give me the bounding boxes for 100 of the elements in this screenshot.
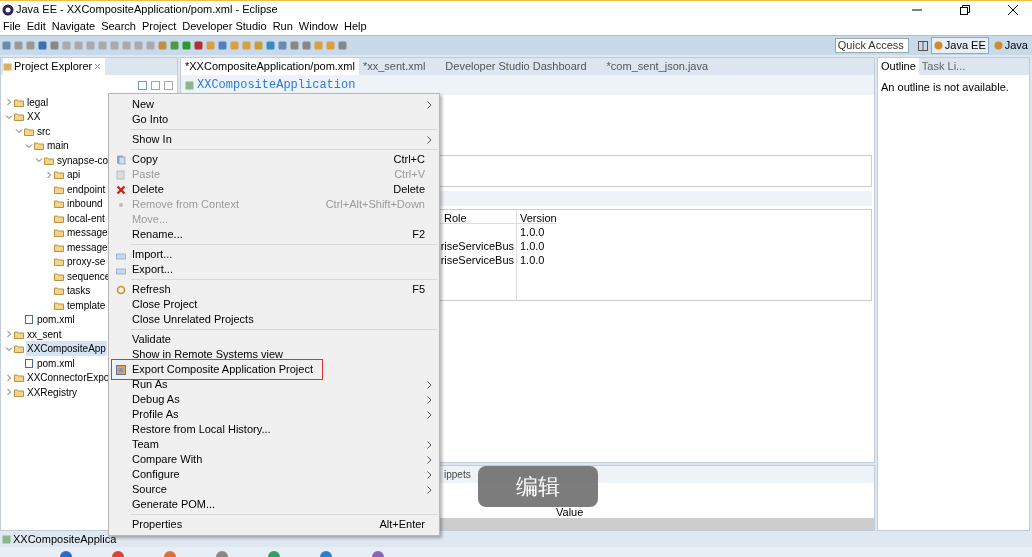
collapsed-chevron-icon[interactable] <box>5 373 13 382</box>
menu-item[interactable]: Export... <box>109 262 439 277</box>
collapse-all-icon <box>138 80 147 90</box>
editor-tab[interactable]: *com_sent_json.java <box>602 58 713 75</box>
menu-item[interactable]: Export Composite Application Project <box>109 362 439 377</box>
tree-item[interactable]: xx_sent <box>26 326 63 342</box>
tree-item[interactable]: api <box>66 167 82 183</box>
menu-item[interactable]: Run As <box>109 377 439 392</box>
menu-item[interactable]: Show in Remote Systems view <box>109 347 439 362</box>
tree-item[interactable]: XXConnectorExpo <box>26 370 111 386</box>
menu-item[interactable]: File <box>0 18 24 35</box>
menu-item[interactable]: Import... <box>109 247 439 262</box>
tree-item[interactable]: message <box>66 239 109 255</box>
menu-item[interactable]: Navigate <box>48 18 99 35</box>
editor-tab[interactable]: *XXCompositeApplication/pom.xml <box>181 58 359 75</box>
refresh-icon <box>115 284 126 295</box>
menu-item[interactable]: Configure <box>109 467 439 482</box>
menu-item[interactable]: Copy Ctrl+C <box>109 152 439 167</box>
menu-item[interactable]: Refresh F5 <box>109 282 439 297</box>
menu-item[interactable]: Help <box>340 18 370 35</box>
close-icon <box>94 63 102 70</box>
file-icon <box>24 358 34 368</box>
menu-item[interactable]: Generate POM... <box>109 497 439 512</box>
menu-item[interactable]: New <box>109 97 439 112</box>
outline-message: An outline is not available. <box>880 80 1010 95</box>
open-perspective-icon <box>917 40 928 51</box>
taskbar-icon <box>372 549 384 557</box>
menu-item[interactable]: Validate <box>109 332 439 347</box>
menu-item[interactable]: Compare With <box>109 452 439 467</box>
tree-item[interactable]: local-ent <box>66 210 106 226</box>
tree-item[interactable]: message <box>66 225 109 241</box>
expanded-chevron-icon[interactable] <box>5 344 13 353</box>
quick-access-field[interactable]: Quick Access <box>834 38 909 53</box>
tree-item[interactable]: XXCompositeApp <box>26 341 107 357</box>
taskbar-icon <box>268 549 280 557</box>
tree-item[interactable]: XXRegistry <box>26 384 78 400</box>
menu-item[interactable]: Restore from Local History... <box>109 422 439 437</box>
close-icon <box>1008 4 1018 15</box>
menu-item[interactable]: Developer Studio <box>179 18 270 35</box>
expanded-chevron-icon[interactable] <box>25 141 33 150</box>
view-tab[interactable]: ippets <box>444 467 471 482</box>
perspective-icon <box>993 41 1003 50</box>
expanded-chevron-icon[interactable] <box>5 112 13 121</box>
view-tab[interactable]: Task Li... <box>918 58 969 75</box>
tree-item[interactable]: pom.xml <box>36 355 76 371</box>
column-header: Version <box>517 210 556 224</box>
menu-item[interactable]: Close Project <box>109 297 439 312</box>
taskbar-icon <box>164 549 176 557</box>
column-header: Value <box>556 504 584 520</box>
expanded-chevron-icon[interactable] <box>15 127 23 136</box>
collapsed-chevron-icon[interactable] <box>5 388 13 397</box>
menu-item[interactable]: Properties Alt+Enter <box>109 517 439 532</box>
tree-item[interactable]: inbound <box>66 196 104 212</box>
tree-item[interactable]: endpoint <box>66 181 107 197</box>
collapsed-chevron-icon[interactable] <box>5 98 13 107</box>
tree-item[interactable]: proxy-se <box>66 254 107 270</box>
file-icon <box>24 315 34 325</box>
menu-item[interactable]: Go Into <box>109 112 439 127</box>
project-icon <box>2 534 11 544</box>
menu-item[interactable]: Search <box>98 18 139 35</box>
tree-item[interactable]: legal <box>26 94 50 110</box>
tree-item[interactable]: synapse-co <box>56 152 110 168</box>
collapsed-chevron-icon[interactable] <box>45 170 53 179</box>
tree-item[interactable]: tasks <box>66 283 92 299</box>
tree-item[interactable]: main <box>46 138 70 154</box>
menu-item[interactable]: Window <box>295 18 341 35</box>
expanded-chevron-icon[interactable] <box>35 156 43 165</box>
menu-item[interactable]: Run <box>269 18 296 35</box>
menu-item[interactable]: Project <box>139 18 180 35</box>
copy-icon <box>115 154 126 165</box>
menu-item[interactable]: Profile As <box>109 407 439 422</box>
tree-item[interactable]: src <box>36 123 52 139</box>
menu-item[interactable]: Source <box>109 482 439 497</box>
perspective-tab[interactable]: Java EE <box>930 37 989 54</box>
menu-item[interactable]: Delete Delete <box>109 182 439 197</box>
menu-item[interactable]: Close Unrelated Projects <box>109 312 439 327</box>
menu-item[interactable]: Rename... F2 <box>109 227 439 242</box>
status-text: XXCompositeApplica <box>13 531 117 547</box>
edit-button[interactable]: 编辑 <box>478 466 598 507</box>
tree-item[interactable]: template <box>66 297 107 313</box>
view-tab[interactable]: Outline <box>878 58 919 75</box>
table-cell: riseServiceBus <box>440 240 514 252</box>
editor-tab[interactable]: Developer Studio Dashboard <box>441 58 591 75</box>
tree-item[interactable]: pom.xml <box>36 312 76 328</box>
text-area[interactable] <box>439 155 872 187</box>
menu-item[interactable]: Team <box>109 437 439 452</box>
menu-item[interactable]: Debug As <box>109 392 439 407</box>
paste-icon <box>115 169 126 180</box>
perspective-tab[interactable]: Java <box>991 37 1030 54</box>
menu-item[interactable]: Edit <box>23 18 49 35</box>
collapsed-chevron-icon[interactable] <box>5 330 13 339</box>
editor-heading: XXCompositeApplication <box>197 77 356 94</box>
tree-item[interactable]: sequence <box>66 268 112 284</box>
pom-icon <box>185 80 194 90</box>
menu-item[interactable]: Show In <box>109 132 439 147</box>
composite-export-icon <box>115 364 126 375</box>
editor-tab[interactable]: *xx_sent.xml <box>358 58 430 75</box>
explorer-icon <box>3 62 12 71</box>
perspective-icon <box>933 41 943 50</box>
tree-item[interactable]: XX <box>26 109 42 125</box>
